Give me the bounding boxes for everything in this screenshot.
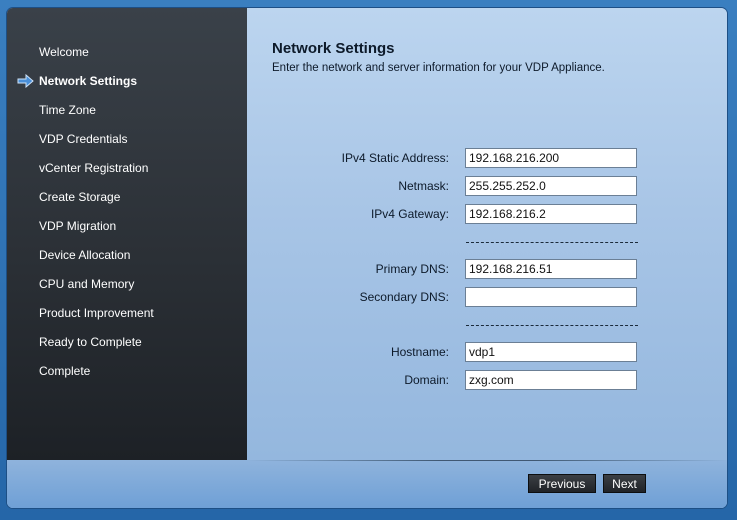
secondary-dns-field[interactable] (465, 287, 637, 307)
wizard-sidebar: Welcome Network Settings Time Zone VDP C… (7, 8, 247, 460)
step-network-settings[interactable]: Network Settings (7, 71, 247, 100)
step-label: Product Improvement (39, 306, 154, 320)
arrow-right-icon (17, 74, 34, 88)
hostname-label: Hostname: (390, 345, 449, 359)
step-label: CPU and Memory (39, 277, 135, 291)
page-title: Network Settings (272, 40, 395, 57)
ipv4-static-address-row: IPv4 Static Address: (247, 148, 727, 170)
step-vdp-migration[interactable]: VDP Migration (7, 216, 247, 245)
wizard-dialog: Welcome Network Settings Time Zone VDP C… (7, 8, 727, 508)
step-ready-to-complete[interactable]: Ready to Complete (7, 332, 247, 361)
step-label: vCenter Registration (39, 161, 149, 175)
primary-dns-row: Primary DNS: (247, 259, 727, 281)
ipv4-gateway-field[interactable] (465, 204, 637, 224)
step-label: Network Settings (39, 74, 138, 88)
step-product-improvement[interactable]: Product Improvement (7, 303, 247, 332)
footer-divider (247, 460, 727, 461)
domain-label: Domain: (404, 373, 449, 387)
step-vdp-credentials[interactable]: VDP Credentials (7, 129, 247, 158)
step-vcenter-registration[interactable]: vCenter Registration (7, 158, 247, 187)
previous-button[interactable]: Previous (528, 474, 596, 493)
step-complete[interactable]: Complete (7, 361, 247, 390)
step-label: Device Allocation (39, 248, 131, 262)
netmask-row: Netmask: (247, 176, 727, 198)
step-time-zone[interactable]: Time Zone (7, 100, 247, 129)
step-create-storage[interactable]: Create Storage (7, 187, 247, 216)
step-label: VDP Credentials (39, 132, 128, 146)
primary-dns-field[interactable] (465, 259, 637, 279)
step-label: Create Storage (39, 190, 121, 204)
ipv4-gateway-label: IPv4 Gateway: (370, 207, 449, 221)
hostname-row: Hostname: (247, 342, 727, 364)
section-divider (466, 242, 638, 243)
step-label: Time Zone (39, 103, 96, 117)
ipv4-gateway-row: IPv4 Gateway: (247, 204, 727, 226)
section-divider (466, 325, 638, 326)
ipv4-static-address-field[interactable] (465, 148, 637, 168)
netmask-label: Netmask: (398, 179, 449, 193)
step-cpu-and-memory[interactable]: CPU and Memory (7, 274, 247, 303)
step-label: Ready to Complete (39, 335, 142, 349)
step-label: Welcome (39, 45, 89, 59)
domain-row: Domain: (247, 370, 727, 392)
step-device-allocation[interactable]: Device Allocation (7, 245, 247, 274)
step-label: VDP Migration (39, 219, 117, 233)
hostname-field[interactable] (465, 342, 637, 362)
page-subtitle: Enter the network and server information… (272, 62, 605, 74)
ipv4-static-address-label: IPv4 Static Address: (341, 151, 449, 165)
wizard-steps: Welcome Network Settings Time Zone VDP C… (7, 42, 247, 390)
netmask-field[interactable] (465, 176, 637, 196)
wizard-content: Network Settings Enter the network and s… (247, 8, 727, 460)
secondary-dns-row: Secondary DNS: (247, 287, 727, 309)
step-welcome[interactable]: Welcome (7, 42, 247, 71)
step-label: Complete (39, 364, 91, 378)
secondary-dns-label: Secondary DNS: (359, 290, 449, 304)
domain-field[interactable] (465, 370, 637, 390)
primary-dns-label: Primary DNS: (375, 262, 449, 276)
next-button[interactable]: Next (603, 474, 646, 493)
